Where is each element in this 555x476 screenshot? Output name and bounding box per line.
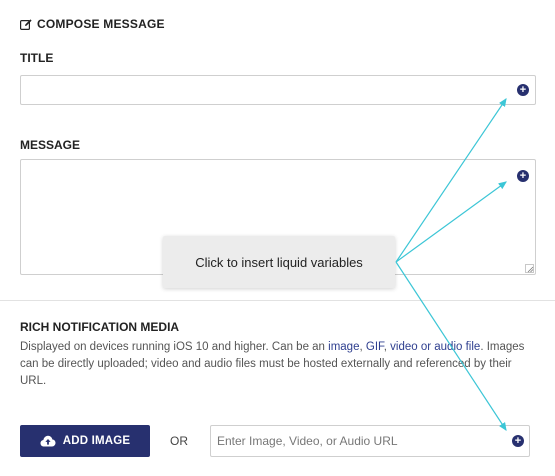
compose-message-heading: COMPOSE MESSAGE <box>20 17 165 31</box>
description-text: Displayed on devices running iOS 10 and … <box>20 341 329 353</box>
plus-circle-icon: + <box>519 169 527 182</box>
resize-handle-icon[interactable] <box>525 264 534 273</box>
url-insert-variable-button[interactable]: + <box>512 435 524 447</box>
media-url-input[interactable] <box>210 425 530 457</box>
or-label: OR <box>170 434 188 448</box>
title-field[interactable]: + <box>20 75 536 105</box>
title-insert-variable-button[interactable]: + <box>517 84 529 96</box>
message-label: MESSAGE <box>20 138 81 152</box>
plus-circle-icon: + <box>514 434 522 447</box>
gif-link[interactable]: GIF <box>366 341 384 353</box>
video-audio-link[interactable]: video or audio file <box>390 341 480 353</box>
edit-icon <box>20 18 32 30</box>
rich-media-description: Displayed on devices running iOS 10 and … <box>20 339 540 390</box>
compose-page: COMPOSE MESSAGE TITLE + MESSAGE + RICH N… <box>0 0 555 476</box>
plus-circle-icon: + <box>519 83 527 96</box>
add-image-button[interactable]: ADD IMAGE <box>20 425 150 457</box>
tooltip-text: Click to insert liquid variables <box>195 254 363 270</box>
title-label: TITLE <box>20 51 54 65</box>
message-insert-variable-button[interactable]: + <box>517 170 529 182</box>
rich-media-heading: RICH NOTIFICATION MEDIA <box>20 320 180 334</box>
image-link[interactable]: image <box>328 341 359 353</box>
add-image-label: ADD IMAGE <box>62 435 131 447</box>
liquid-variables-tooltip: Click to insert liquid variables <box>163 236 395 288</box>
section-divider <box>0 300 555 301</box>
cloud-upload-icon <box>40 435 56 447</box>
compose-message-heading-text: COMPOSE MESSAGE <box>37 17 165 31</box>
